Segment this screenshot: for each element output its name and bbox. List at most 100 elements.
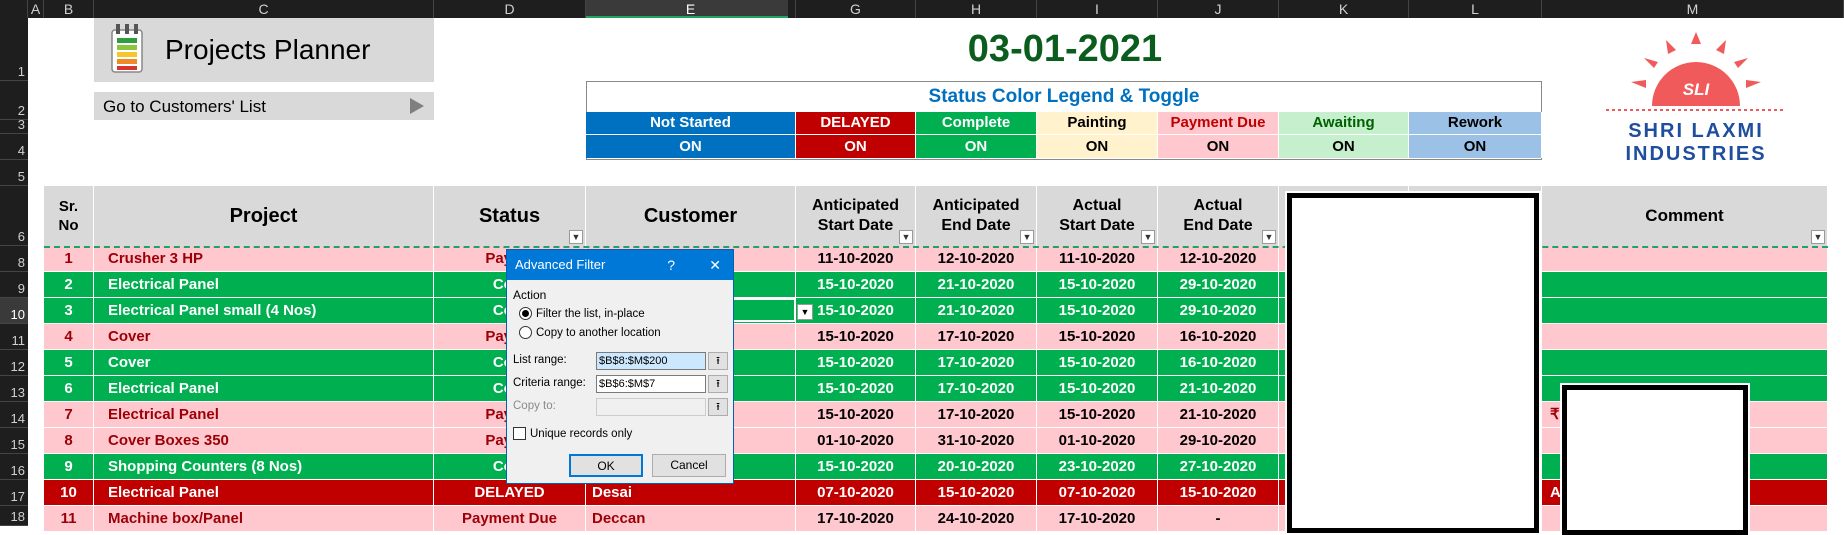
cell-s1[interactable]: 01-10-2020: [796, 428, 916, 454]
cell-e2[interactable]: -: [1158, 506, 1279, 532]
legend-toggle[interactable]: ON: [586, 134, 796, 158]
cell-s1[interactable]: 15-10-2020: [796, 324, 916, 350]
cell-s1[interactable]: 07-10-2020: [796, 480, 916, 506]
row-header-11[interactable]: 11: [0, 324, 28, 350]
row-header-5[interactable]: 5: [0, 160, 28, 186]
cell-s1[interactable]: 15-10-2020: [796, 298, 916, 324]
column-header-a[interactable]: A: [28, 0, 44, 18]
legend-toggle[interactable]: ON: [1158, 134, 1279, 158]
filter-dropdown-icon[interactable]: ▼: [899, 230, 913, 244]
cell-project[interactable]: Electrical Panel: [94, 480, 434, 506]
row-header-17[interactable]: 17: [0, 480, 28, 506]
cell-no[interactable]: 7: [44, 402, 94, 428]
cell-e2[interactable]: 16-10-2020: [1158, 350, 1279, 376]
cell-e2[interactable]: 21-10-2020: [1158, 402, 1279, 428]
help-button[interactable]: ?: [667, 250, 675, 280]
cell-project[interactable]: Cover: [94, 324, 434, 350]
cell-e1[interactable]: 21-10-2020: [916, 298, 1037, 324]
row-header-3[interactable]: 3: [0, 117, 28, 134]
row-header-1[interactable]: 1: [0, 18, 28, 81]
cell-e2[interactable]: 12-10-2020: [1158, 246, 1279, 272]
copy-to-collapse-icon[interactable]: ⭱: [708, 398, 728, 416]
cell-s2[interactable]: 17-10-2020: [1037, 506, 1158, 532]
cell-no[interactable]: 5: [44, 350, 94, 376]
cell-no[interactable]: 6: [44, 376, 94, 402]
cancel-button[interactable]: Cancel: [652, 454, 726, 477]
cell-e2[interactable]: 16-10-2020: [1158, 324, 1279, 350]
cell-project[interactable]: Crusher 3 HP: [94, 246, 434, 272]
cell-no[interactable]: 10: [44, 480, 94, 506]
row-header-13[interactable]: 13: [0, 376, 28, 402]
column-header-d[interactable]: D: [434, 0, 586, 18]
legend-toggle[interactable]: ON: [1279, 134, 1409, 158]
cell-comment[interactable]: [1542, 298, 1828, 324]
copy-to-input[interactable]: [596, 398, 706, 416]
cell-no[interactable]: 3: [44, 298, 94, 324]
cell-no[interactable]: 11: [44, 506, 94, 532]
cell-s1[interactable]: 11-10-2020: [796, 246, 916, 272]
cell-s2[interactable]: 15-10-2020: [1037, 272, 1158, 298]
cell-e1[interactable]: 17-10-2020: [916, 350, 1037, 376]
filter-dropdown-icon[interactable]: ▼: [1811, 230, 1825, 244]
row-header-4[interactable]: 4: [0, 134, 28, 160]
cell-comment[interactable]: [1542, 350, 1828, 376]
cell-s1[interactable]: 15-10-2020: [796, 272, 916, 298]
row-header-16[interactable]: 16: [0, 454, 28, 480]
criteria-range-collapse-icon[interactable]: ⭱: [708, 375, 728, 393]
cell-comment[interactable]: [1542, 324, 1828, 350]
cell-e1[interactable]: 17-10-2020: [916, 324, 1037, 350]
cell-dropdown-button[interactable]: ▼: [797, 304, 813, 320]
row-header-9[interactable]: 9: [0, 272, 28, 298]
cell-e2[interactable]: 21-10-2020: [1158, 376, 1279, 402]
cell-project[interactable]: Shopping Counters (8 Nos): [94, 454, 434, 480]
criteria-range-input[interactable]: [596, 375, 706, 393]
cell-comment[interactable]: [1542, 272, 1828, 298]
customers-list-button[interactable]: Go to Customers' List: [94, 92, 434, 120]
cell-s2[interactable]: 15-10-2020: [1037, 402, 1158, 428]
row-header-6[interactable]: 6: [0, 186, 28, 246]
row-header-14[interactable]: 14: [0, 402, 28, 428]
active-cell[interactable]: [730, 298, 796, 322]
cell-no[interactable]: 4: [44, 324, 94, 350]
column-header-h[interactable]: H: [916, 0, 1037, 18]
column-header-e[interactable]: E: [586, 0, 796, 18]
row-header-15[interactable]: 15: [0, 428, 28, 454]
cell-project[interactable]: Electrical Panel: [94, 272, 434, 298]
cell-e2[interactable]: 29-10-2020: [1158, 298, 1279, 324]
cell-s1[interactable]: 15-10-2020: [796, 454, 916, 480]
cell-e1[interactable]: 15-10-2020: [916, 480, 1037, 506]
cell-e1[interactable]: 17-10-2020: [916, 376, 1037, 402]
filter-dropdown-icon[interactable]: ▼: [1020, 230, 1034, 244]
cell-s1[interactable]: 15-10-2020: [796, 402, 916, 428]
cell-e2[interactable]: 29-10-2020: [1158, 272, 1279, 298]
legend-toggle[interactable]: ON: [1037, 134, 1158, 158]
cell-status[interactable]: Payment Due: [434, 506, 586, 532]
cell-no[interactable]: 1: [44, 246, 94, 272]
filter-dropdown-icon[interactable]: ▼: [1262, 230, 1276, 244]
cell-project[interactable]: Machine box/Panel: [94, 506, 434, 532]
cell-s2[interactable]: 11-10-2020: [1037, 246, 1158, 272]
cell-customer[interactable]: Deccan: [586, 506, 796, 532]
cell-e1[interactable]: 20-10-2020: [916, 454, 1037, 480]
cell-e1[interactable]: 12-10-2020: [916, 246, 1037, 272]
cell-s2[interactable]: 01-10-2020: [1037, 428, 1158, 454]
select-all-corner[interactable]: [0, 0, 28, 18]
cell-comment[interactable]: [1542, 246, 1828, 272]
cell-s2[interactable]: 15-10-2020: [1037, 350, 1158, 376]
cell-e1[interactable]: 17-10-2020: [916, 402, 1037, 428]
row-header-2[interactable]: 2: [0, 81, 28, 120]
cell-project[interactable]: Electrical Panel small (4 Nos): [94, 298, 434, 324]
legend-toggle[interactable]: ON: [1409, 134, 1542, 158]
column-header-j[interactable]: J: [1158, 0, 1279, 18]
cell-s1[interactable]: 15-10-2020: [796, 350, 916, 376]
cell-s2[interactable]: 07-10-2020: [1037, 480, 1158, 506]
cell-no[interactable]: 9: [44, 454, 94, 480]
column-header-m[interactable]: M: [1542, 0, 1844, 18]
cell-project[interactable]: Electrical Panel: [94, 376, 434, 402]
cell-s2[interactable]: 15-10-2020: [1037, 324, 1158, 350]
unique-records-checkbox[interactable]: Unique records only: [513, 427, 632, 440]
filter-dropdown-icon[interactable]: ▼: [569, 230, 583, 244]
cell-s1[interactable]: 17-10-2020: [796, 506, 916, 532]
floating-image-2[interactable]: [1560, 383, 1750, 535]
cell-project[interactable]: Cover: [94, 350, 434, 376]
